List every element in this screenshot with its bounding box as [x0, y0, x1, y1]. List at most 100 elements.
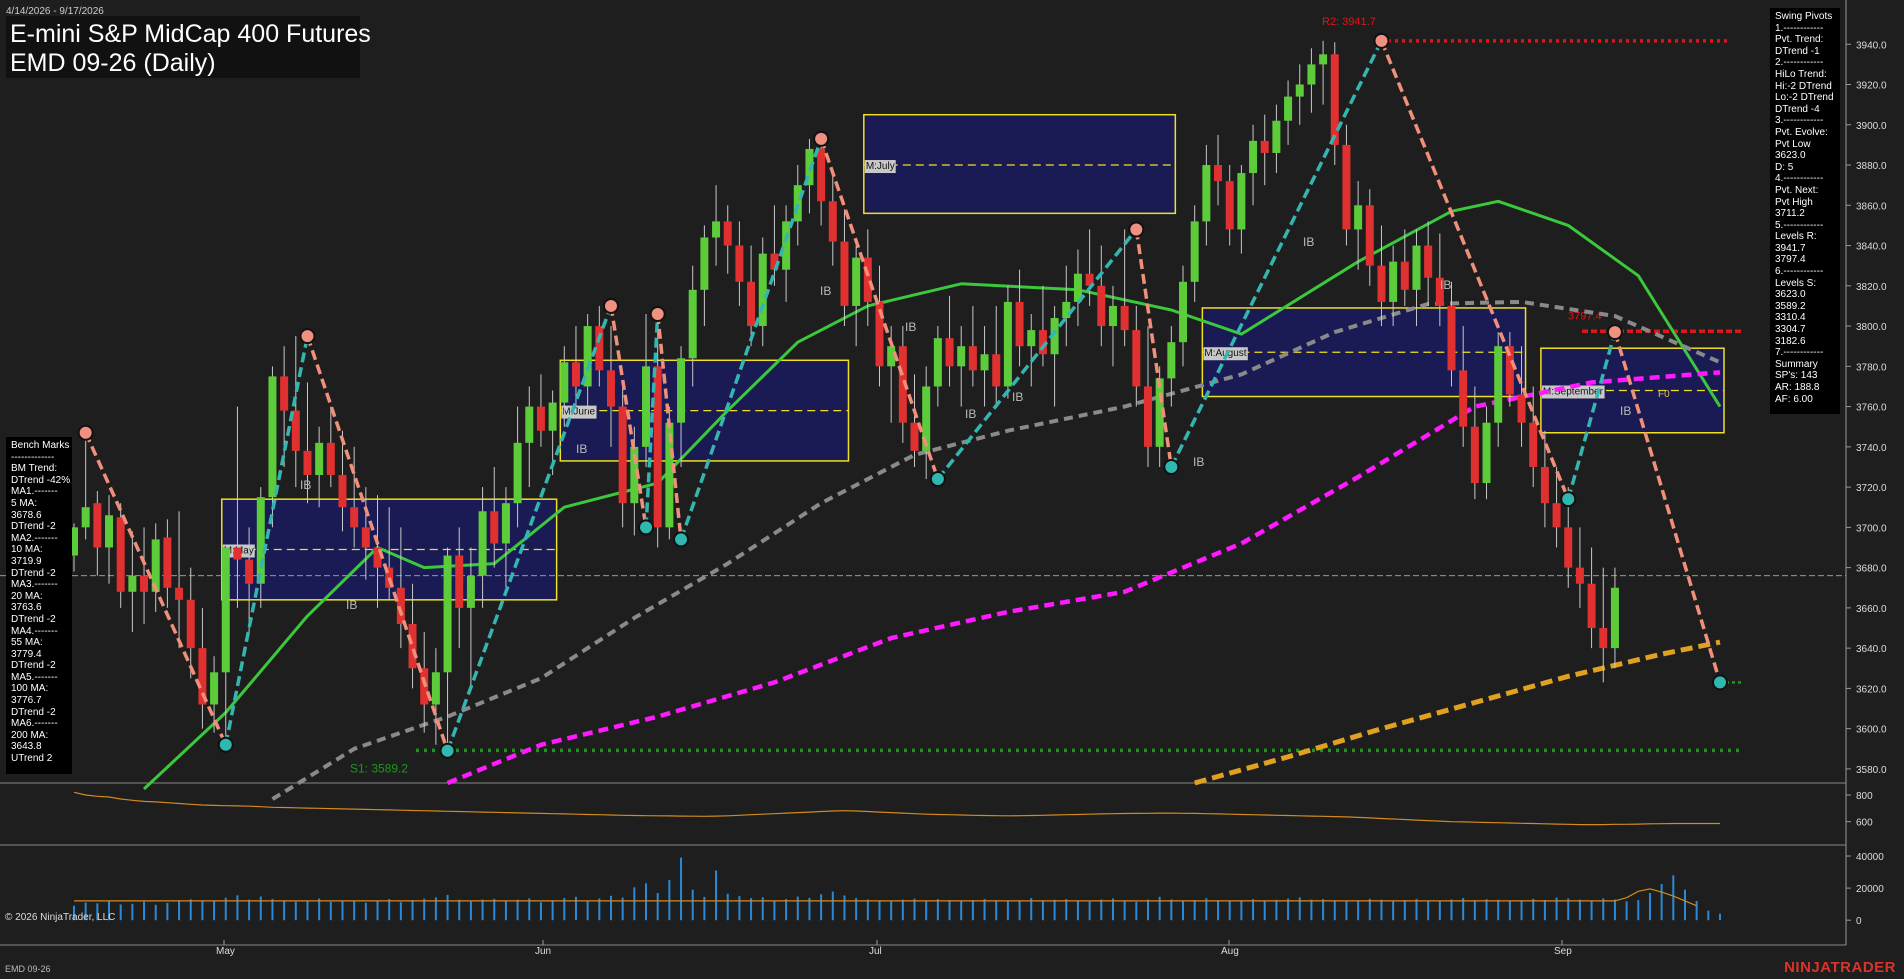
y-tick-label: 3680.0	[1856, 564, 1887, 575]
y-tick-label: 3700.0	[1856, 523, 1887, 534]
candle-down	[338, 475, 347, 508]
candle-up	[221, 547, 230, 673]
swing-pivot-line: Pvt. Next:	[1775, 184, 1819, 196]
inside-bar-label: IB	[905, 320, 916, 334]
benchmark-line: DTrend -2	[11, 706, 56, 718]
swing-pivot-line: 2.------------	[1775, 57, 1824, 69]
benchmark-line: 3776.7	[11, 695, 42, 707]
swing-pivot-line: Pvt High	[1775, 196, 1813, 208]
benchmark-line: Bench Marks	[11, 440, 70, 451]
y-tick-label: 3860.0	[1856, 201, 1887, 212]
swing-line	[1134, 229, 1174, 468]
candle-down	[1400, 261, 1409, 290]
candle-down	[1015, 301, 1024, 347]
inside-bar-label: IB	[1620, 404, 1631, 418]
candle-up	[852, 257, 861, 306]
candle-up	[525, 406, 534, 443]
swing-pivot-line: 4.------------	[1775, 173, 1824, 185]
candle-up	[1295, 84, 1304, 97]
swing-pivot-line: D: 5	[1775, 161, 1794, 173]
candle-down	[163, 537, 172, 588]
swing-pivot-line: 1.------------	[1775, 22, 1824, 34]
benchmark-line: DTrend -2	[11, 660, 56, 672]
benchmark-line: DTrend -2	[11, 521, 56, 533]
swing-pivot-line: AR: 188.8	[1775, 382, 1820, 393]
candle-up	[105, 515, 114, 548]
candle-up	[1062, 301, 1071, 319]
swing-high-marker	[1606, 324, 1623, 341]
candle-up	[315, 442, 324, 476]
candle-up	[1354, 205, 1363, 230]
price-chart[interactable]: 3580.0 3600.0 3620.0 3640.0 3660.0 3680.0 3700…	[0, 0, 1904, 979]
swing-pivot-line: 7.------------	[1775, 347, 1824, 359]
y-tick-label: 3820.0	[1856, 282, 1887, 293]
swing-low-marker	[1560, 491, 1577, 508]
swing-pivot-line: 3589.2	[1775, 300, 1806, 312]
candle-up	[1482, 422, 1491, 484]
swing-low-marker	[929, 471, 946, 488]
candle-down	[863, 257, 872, 302]
swing-high-marker	[649, 305, 666, 322]
candle-up	[128, 575, 137, 592]
y-tick-label: 3920.0	[1856, 81, 1887, 92]
candle-up	[980, 354, 989, 371]
volume-tick-label: 20000	[1856, 884, 1884, 895]
swing-low-marker	[673, 531, 690, 548]
y-tick-label: 3600.0	[1856, 725, 1887, 736]
benchmarks-panel: Bench Marks ------------- BM Trend: DTrend …	[6, 437, 72, 774]
benchmark-line: MA2.-------	[11, 532, 58, 544]
candle-down	[175, 587, 184, 600]
candle-down	[1575, 567, 1584, 584]
candle-up	[642, 366, 651, 447]
y-tick-label: 3660.0	[1856, 604, 1887, 615]
swing-high-marker	[813, 130, 830, 147]
candle-down	[1132, 330, 1141, 387]
candle-down	[606, 370, 615, 407]
monthly-box-label: M:July	[866, 161, 895, 172]
candle-up	[1003, 301, 1012, 387]
candle-down	[245, 559, 254, 584]
candle-up	[1108, 305, 1117, 327]
candle-up	[1389, 261, 1398, 302]
y-tick-label: 3760.0	[1856, 403, 1887, 414]
benchmark-line: 20 MA:	[11, 590, 43, 602]
osc-tick-label: 800	[1856, 791, 1873, 802]
inside-bar-label: IB	[965, 407, 976, 421]
candle-up	[1272, 120, 1281, 153]
candle-down	[93, 503, 102, 548]
swing-low-marker	[217, 736, 234, 753]
volume-tick-label: 0	[1856, 916, 1862, 927]
candle-up	[256, 497, 265, 584]
y-tick-label: 3720.0	[1856, 483, 1887, 494]
candle-down	[1214, 165, 1223, 182]
candle-down	[326, 442, 335, 476]
swing-pivot-line: Swing Pivots	[1775, 11, 1833, 22]
candle-down	[350, 507, 359, 528]
candle-down	[945, 338, 954, 367]
y-tick-label: 3620.0	[1856, 684, 1887, 695]
candle-down	[723, 221, 732, 246]
ninjatrader-logo: NINJATRADER	[1784, 959, 1896, 976]
swing-pivot-line: 3310.4	[1775, 312, 1806, 324]
swing-pivot-line: Hi:-2 DTrend	[1775, 80, 1832, 92]
inside-bar-label: IB	[346, 598, 357, 612]
candle-down	[490, 511, 499, 544]
candle-down	[840, 241, 849, 306]
x-tick-label: Aug	[1221, 946, 1239, 957]
candle-down	[536, 406, 545, 431]
swing-pivot-line: 3941.7	[1775, 242, 1806, 254]
benchmark-line: BM Trend:	[11, 463, 58, 475]
swing-low-marker	[1712, 674, 1728, 691]
swing-pivot-line: Lo:-2 DTrend	[1775, 92, 1834, 104]
candle-down	[361, 527, 370, 548]
swing-pivot-line: 3182.6	[1775, 335, 1806, 347]
candle-up	[501, 503, 510, 544]
benchmark-line: MA5.-------	[11, 671, 58, 683]
benchmark-line: 3643.8	[11, 741, 42, 753]
candle-up	[933, 338, 942, 387]
benchmark-line: MA6.-------	[11, 718, 58, 730]
swing-low-marker	[1163, 458, 1180, 475]
y-tick-label: 3800.0	[1856, 322, 1887, 333]
benchmark-line: MA4.-------	[11, 625, 58, 637]
swing-pivot-line: 3.------------	[1775, 115, 1824, 127]
